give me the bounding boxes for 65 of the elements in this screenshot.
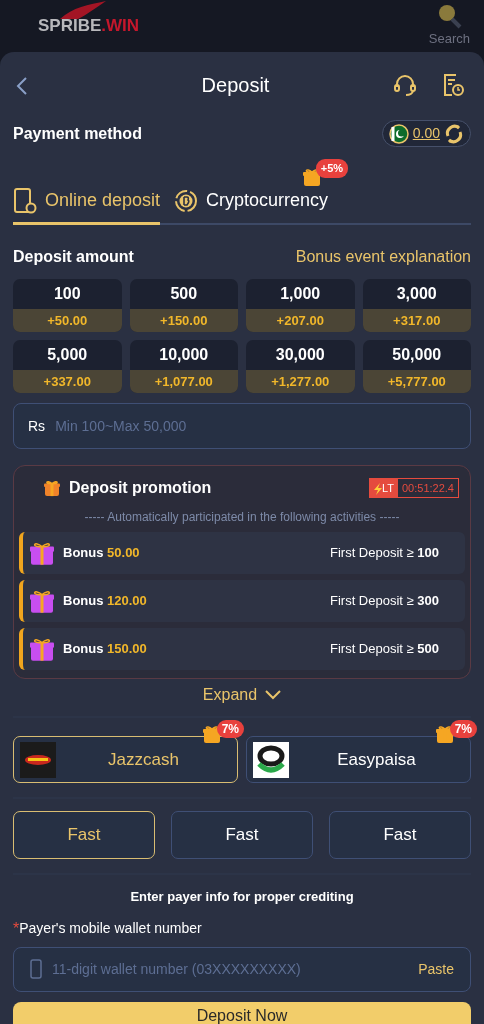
bonus-text: Bonus 120.00 [63, 592, 147, 611]
wallet-number-field[interactable]: 11-digit wallet number (03XXXXXXXXX) Paste [13, 946, 471, 992]
bonus-text: Bonus 150.00 [63, 640, 147, 659]
gift-icon [435, 724, 455, 744]
deposit-now-button[interactable]: Deposit Now [13, 1001, 471, 1024]
amount-option[interactable]: 5,000 +337.00 [13, 340, 122, 393]
payment-channel[interactable]: Jazzcash [13, 736, 238, 783]
balance-value: 0.00 [412, 124, 440, 143]
chevron-down-icon [265, 690, 282, 700]
bonus-badge: 7% [449, 720, 477, 738]
amount-option[interactable]: 1,000 +207.00 [246, 279, 355, 332]
phone-icon [30, 959, 42, 979]
gift-icon [29, 540, 55, 566]
expand-button[interactable]: Expand [202, 683, 282, 707]
bonus-explanation-link[interactable]: Bonus event explanation [295, 245, 471, 269]
required-mark: * [13, 918, 20, 939]
field-label: Payer's mobile wallet number [19, 919, 202, 938]
promotion-title: Deposit promotion [69, 478, 212, 498]
search-label[interactable]: Search [428, 29, 470, 49]
gift-icon [43, 479, 61, 497]
amount-option[interactable]: 500 +150.00 [129, 279, 238, 332]
amount-option[interactable]: 10,000 +1,077.00 [129, 340, 238, 393]
section-label: Deposit amount [13, 247, 134, 267]
payer-info-title: Enter payer info for proper crediting [129, 888, 355, 906]
wallet-logo-icon [20, 741, 56, 778]
gift-icon [202, 724, 222, 744]
gift-icon [29, 588, 55, 614]
coin-icon [174, 188, 199, 213]
lightning-icon [373, 482, 382, 495]
currency-prefix: Rs [28, 416, 46, 436]
page-title: Deposit [201, 73, 270, 97]
wallet-logo-icon [253, 741, 289, 778]
headset-icon [393, 73, 417, 97]
logo-text: SPRIBE [38, 15, 102, 38]
bonus-badge: 7% [216, 720, 244, 738]
gift-icon [29, 636, 55, 662]
deposit-condition: First Deposit ≥ 500 [329, 640, 439, 659]
amount-option[interactable]: 3,000 +317.00 [362, 279, 471, 332]
history-icon [441, 73, 465, 97]
speed-option[interactable]: Fast [171, 811, 313, 859]
bonus-text: Bonus 50.00 [63, 544, 140, 563]
bonus-badge: +5% [315, 159, 349, 178]
amount-option[interactable]: 100 +50.00 [13, 279, 122, 332]
amount-option[interactable]: 50,000 +5,777.00 [362, 340, 471, 393]
speed-option[interactable]: Fast [328, 811, 471, 859]
payment-tab[interactable]: Online deposit [13, 183, 161, 225]
promotion-subtitle: ----- Automatically participated in the following activities ----- [83, 509, 401, 526]
amount-option[interactable]: 30,000 +1,277.00 [246, 340, 355, 393]
deposit-condition: First Deposit ≥ 300 [329, 592, 439, 611]
amount-input[interactable]: Min 100~Max 50,000 [53, 414, 456, 438]
logo-text: .WIN [101, 15, 140, 38]
phone-icon [13, 187, 37, 214]
amount-field[interactable]: Rs Min 100~Max 50,000 [13, 403, 471, 449]
section-label: Payment method [13, 123, 142, 144]
search-icon [436, 3, 463, 30]
refresh-icon [444, 123, 464, 144]
deposit-condition: First Deposit ≥ 100 [329, 544, 439, 563]
payment-channel[interactable]: Easypaisa [246, 736, 471, 783]
wallet-number-input[interactable]: 11-digit wallet number (03XXXXXXXXX) [50, 957, 411, 981]
paste-button[interactable]: Paste [418, 958, 454, 980]
countdown-timer: LT 00:51:22.4 [368, 477, 459, 499]
speed-option[interactable]: Fast [13, 811, 155, 859]
back-icon [16, 75, 28, 96]
flag-icon [388, 123, 409, 144]
gift-icon [302, 167, 323, 187]
